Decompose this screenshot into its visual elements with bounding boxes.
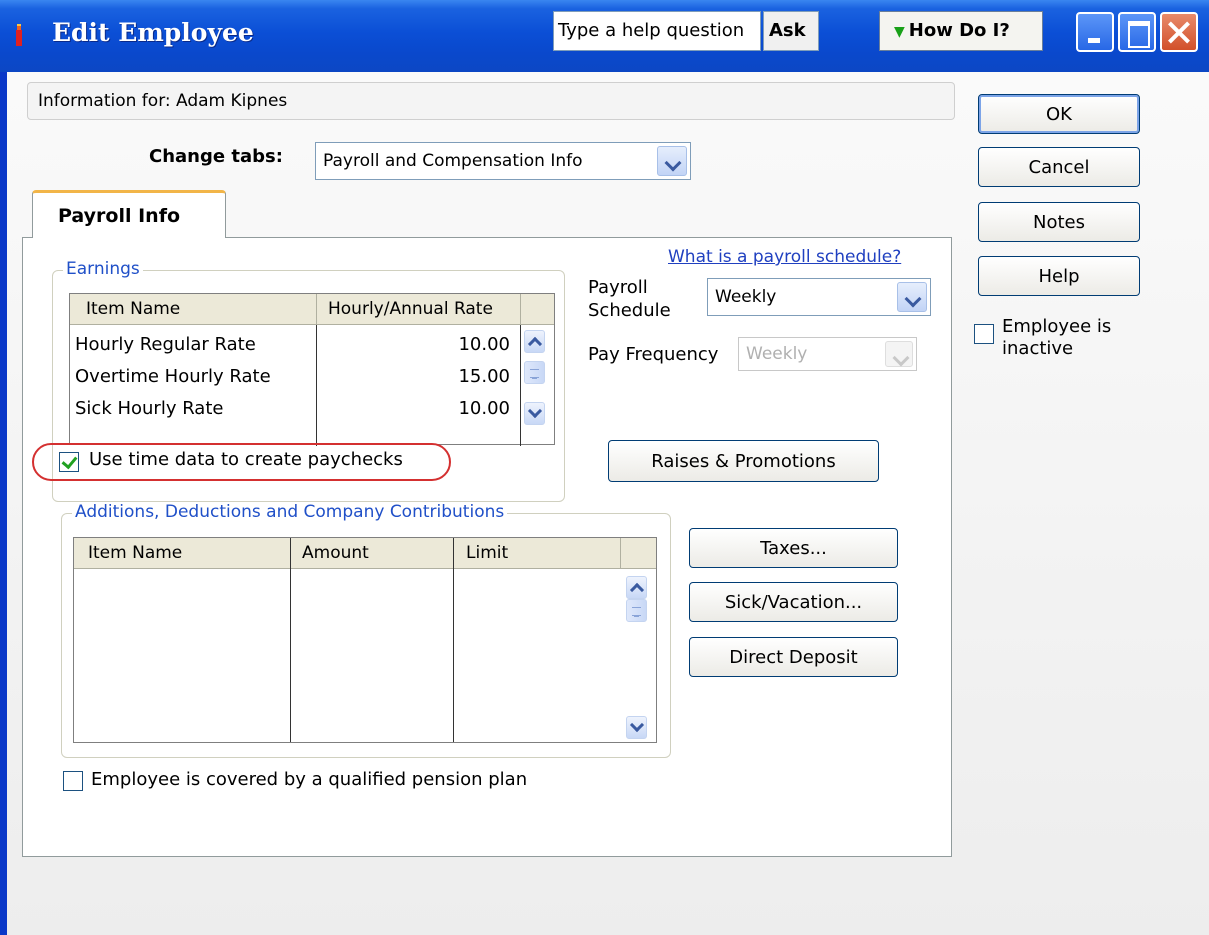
earnings-col-rate: Hourly/Annual Rate xyxy=(328,299,493,319)
pension-plan-label: Employee is covered by a qualified pensi… xyxy=(91,769,528,790)
chevron-down-icon xyxy=(885,341,913,367)
earnings-item-rate: 15.00 xyxy=(458,366,510,387)
change-tabs-value: Payroll and Compensation Info xyxy=(323,151,583,171)
title-bar[interactable]: Edit Employee Type a help question Ask ▼… xyxy=(0,0,1209,72)
employee-inactive-label-1: Employee is xyxy=(1002,316,1112,337)
quickbooks-app-icon xyxy=(16,24,22,46)
maximize-icon[interactable] xyxy=(1118,12,1156,52)
earnings-table-header: Item Name Hourly/Annual Rate xyxy=(70,294,554,325)
pay-frequency-label: Pay Frequency xyxy=(588,344,719,365)
earnings-item-name: Sick Hourly Rate xyxy=(75,398,224,419)
additions-col-limit: Limit xyxy=(466,543,509,563)
scroll-up-icon[interactable] xyxy=(524,330,545,353)
how-do-i-button[interactable]: ▼ How Do I? xyxy=(879,11,1043,51)
table-row[interactable]: Overtime Hourly Rate 15.00 xyxy=(70,360,520,393)
cancel-button[interactable]: Cancel xyxy=(978,147,1140,187)
raises-promotions-button[interactable]: Raises & Promotions xyxy=(608,440,879,482)
employee-inactive-checkbox[interactable] xyxy=(974,324,994,344)
earnings-item-rate: 10.00 xyxy=(458,398,510,419)
scroll-up-icon[interactable] xyxy=(626,576,647,599)
earnings-item-rate: 10.00 xyxy=(458,334,510,355)
column-divider xyxy=(520,325,521,446)
earnings-item-name: Overtime Hourly Rate xyxy=(75,366,271,387)
additions-legend: Additions, Deductions and Company Contri… xyxy=(72,502,508,522)
employee-info-bar: Information for: Adam Kipnes xyxy=(27,82,955,120)
payroll-schedule-select[interactable]: Weekly xyxy=(707,278,931,316)
ask-button[interactable]: Ask xyxy=(763,11,819,51)
tab-payroll-info[interactable]: Payroll Info xyxy=(32,190,226,238)
payroll-schedule-help-link[interactable]: What is a payroll schedule? xyxy=(668,247,901,267)
triangle-down-icon: ▼ xyxy=(894,24,905,40)
chevron-down-icon[interactable] xyxy=(897,282,927,312)
dialog-body: Information for: Adam Kipnes Change tabs… xyxy=(7,72,1209,935)
payroll-schedule-value: Weekly xyxy=(715,287,777,307)
notes-button[interactable]: Notes xyxy=(978,202,1140,242)
employee-inactive-label-2: inactive xyxy=(1002,338,1074,359)
payroll-schedule-label-1: Payroll xyxy=(588,277,648,298)
pension-plan-checkbox[interactable] xyxy=(63,771,83,791)
pay-frequency-value: Weekly xyxy=(746,344,808,364)
scroll-down-icon[interactable] xyxy=(524,402,545,425)
taxes-button[interactable]: Taxes... xyxy=(689,528,898,568)
scroll-down-icon[interactable] xyxy=(626,716,647,739)
close-icon[interactable] xyxy=(1160,12,1198,52)
scrollbar-thumb[interactable] xyxy=(626,599,647,622)
direct-deposit-button[interactable]: Direct Deposit xyxy=(689,637,898,677)
table-row[interactable]: Hourly Regular Rate 10.00 xyxy=(70,328,520,361)
earnings-col-item-name: Item Name xyxy=(86,299,181,319)
edit-employee-window: Edit Employee Type a help question Ask ▼… xyxy=(0,0,1209,935)
change-tabs-select[interactable]: Payroll and Compensation Info xyxy=(315,142,691,180)
help-button[interactable]: Help xyxy=(978,256,1140,296)
sick-vacation-button[interactable]: Sick/Vacation... xyxy=(689,582,898,622)
use-time-data-label: Use time data to create paychecks xyxy=(89,449,403,470)
how-do-i-label: How Do I? xyxy=(908,20,1010,41)
column-divider xyxy=(290,538,291,742)
employee-info-label: Information for: Adam Kipnes xyxy=(38,91,288,111)
scrollbar-thumb[interactable] xyxy=(524,361,545,384)
pay-frequency-select: Weekly xyxy=(738,337,917,371)
earnings-table: Item Name Hourly/Annual Rate Hourly Regu… xyxy=(69,293,555,446)
payroll-schedule-label-2: Schedule xyxy=(588,300,671,321)
help-question-input[interactable]: Type a help question xyxy=(553,11,761,51)
table-row[interactable]: Sick Hourly Rate 10.00 xyxy=(70,392,520,425)
additions-col-item-name: Item Name xyxy=(88,543,183,563)
earnings-item-name: Hourly Regular Rate xyxy=(75,334,256,355)
additions-table: Item Name Amount Limit xyxy=(73,537,657,743)
chevron-down-icon[interactable] xyxy=(657,146,687,176)
earnings-legend: Earnings xyxy=(63,259,143,279)
ok-button[interactable]: OK xyxy=(978,94,1140,134)
minimize-icon[interactable] xyxy=(1076,12,1114,52)
additions-table-header: Item Name Amount Limit xyxy=(74,538,656,569)
change-tabs-label: Change tabs: xyxy=(149,146,283,167)
column-divider xyxy=(453,538,454,742)
header-divider xyxy=(520,294,521,325)
use-time-data-checkbox[interactable] xyxy=(59,452,79,472)
header-divider xyxy=(316,294,317,325)
additions-col-amount: Amount xyxy=(302,543,369,563)
window-title: Edit Employee xyxy=(52,18,254,47)
header-divider xyxy=(620,538,621,569)
